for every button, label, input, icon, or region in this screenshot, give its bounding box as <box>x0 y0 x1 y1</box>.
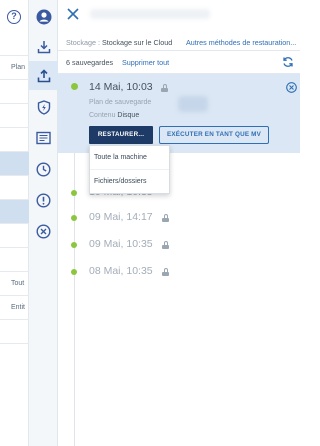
content-label: Contenu <box>89 112 118 119</box>
status-dot <box>71 269 77 275</box>
backups-count: 6 sauvegardes <box>66 58 114 67</box>
storage-label: Stockage : <box>66 38 102 47</box>
status-dot <box>71 83 78 90</box>
refresh-icon[interactable] <box>282 56 294 68</box>
content-info: Contenu Disque <box>89 112 139 119</box>
background-row-selected <box>0 152 29 176</box>
user-circle-icon[interactable] <box>33 6 54 27</box>
background-list-panel: ? Plan Tout Entit <box>0 0 29 446</box>
divider <box>58 50 300 51</box>
background-row <box>0 248 29 272</box>
background-row <box>0 224 29 248</box>
close-icon[interactable] <box>66 7 80 21</box>
storage-value: Stockage sur le Cloud <box>101 38 173 47</box>
menu-item-entire-machine[interactable]: Toute la machine <box>90 146 169 170</box>
backup-date: 09 Mai, 10:35 <box>89 238 153 250</box>
restore-button[interactable]: RESTAURER... <box>89 126 153 144</box>
upload-icon[interactable] <box>29 61 58 90</box>
background-row <box>0 128 29 152</box>
background-row <box>0 176 29 200</box>
background-row: Tout <box>0 272 29 296</box>
menu-item-files-folders[interactable]: Fichiers/dossiers <box>90 170 169 194</box>
background-row <box>0 104 29 128</box>
backup-list-item[interactable]: 09 Mai, 14:17 <box>58 209 300 231</box>
background-row <box>0 320 29 344</box>
status-dot <box>71 242 77 248</box>
background-rows: Plan Tout Entit <box>0 32 29 344</box>
backup-list-item[interactable]: 08 Mai, 10:35 <box>58 263 300 285</box>
other-restore-methods-link[interactable]: Autres méthodes de restauration... <box>186 38 296 47</box>
backup-date: 09 Mai, 14:17 <box>89 211 153 223</box>
lock-icon <box>162 241 169 249</box>
shield-bolt-icon[interactable] <box>33 97 54 118</box>
delete-all-link[interactable]: Supprimer tout <box>122 58 169 67</box>
plan-label: Plan de sauvegarde <box>89 99 152 106</box>
help-icon[interactable]: ? <box>7 10 21 24</box>
backup-list-item[interactable]: 09 Mai, 10:35 <box>58 236 300 258</box>
background-row <box>0 80 29 104</box>
report-icon[interactable] <box>33 127 54 148</box>
status-dot <box>71 215 77 221</box>
alert-circle-icon[interactable] <box>33 190 54 211</box>
clock-icon[interactable] <box>33 159 54 180</box>
background-row: Plan <box>0 56 29 80</box>
lock-icon <box>162 268 169 276</box>
redacted-plan-name <box>178 96 208 112</box>
redacted-title <box>90 9 210 19</box>
status-dot <box>71 190 77 196</box>
background-row: Entit <box>0 296 29 320</box>
storage-info: Stockage : Stockage sur le Cloud <box>66 38 172 47</box>
download-icon[interactable] <box>33 36 54 57</box>
background-row-selected <box>0 200 29 224</box>
content-value: Disque <box>117 112 140 119</box>
backup-date: 14 Mai, 10:03 <box>89 81 153 93</box>
backup-date: 08 Mai, 10:35 <box>89 265 153 277</box>
lock-icon <box>162 214 169 222</box>
restore-panel: Stockage : Stockage sur le Cloud Autres … <box>58 0 300 446</box>
restore-menu: Toute la machine Fichiers/dossiers <box>89 145 170 194</box>
close-circle-icon[interactable] <box>286 82 297 93</box>
x-circle-icon[interactable] <box>33 221 54 242</box>
background-row <box>0 32 29 56</box>
action-icon-strip <box>29 0 58 446</box>
lock-icon <box>161 84 168 92</box>
run-as-vm-button[interactable]: EXÉCUTER EN TANT QUE MV <box>159 126 269 144</box>
